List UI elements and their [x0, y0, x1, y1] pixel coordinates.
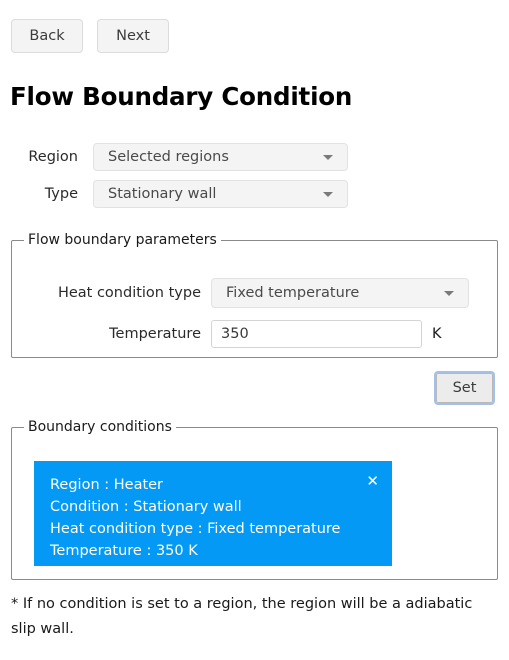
chevron-down-icon [444, 291, 454, 296]
flow-boundary-parameters-legend: Flow boundary parameters [28, 232, 217, 248]
type-row: Type Stationary wall [0, 180, 348, 208]
temperature-unit-label: K [432, 326, 442, 342]
type-select-value: Stationary wall [108, 186, 217, 202]
heat-condition-type-select[interactable]: Fixed temperature [211, 278, 469, 308]
boundary-condition-region: Region : Heater [50, 477, 164, 493]
close-icon[interactable]: ✕ [366, 474, 379, 489]
boundary-conditions-legend: Boundary conditions [28, 419, 172, 435]
region-select-value: Selected regions [108, 149, 229, 165]
boundary-condition-temperature: Temperature : 350 K [50, 543, 198, 559]
heat-condition-type-label: Heat condition type [57, 285, 201, 301]
temperature-row: Temperature K [12, 320, 442, 348]
region-label: Region [28, 149, 78, 165]
boundary-condition-card[interactable]: Region : Heater Condition : Stationary w… [34, 461, 392, 566]
next-button[interactable]: Next [97, 19, 169, 53]
set-button[interactable]: Set [434, 371, 495, 405]
region-select[interactable]: Selected regions [93, 143, 348, 171]
region-row: Region Selected regions [0, 143, 348, 171]
page-title: Flow Boundary Condition [10, 82, 353, 111]
navigation-bar: Back Next [11, 19, 169, 53]
chevron-down-icon [323, 192, 333, 197]
boundary-conditions-group: Boundary conditions Region : Heater Cond… [11, 419, 498, 580]
temperature-input[interactable] [211, 320, 422, 348]
temperature-label: Temperature [109, 326, 201, 342]
heat-condition-type-value: Fixed temperature [226, 285, 360, 301]
boundary-condition-condition: Condition : Stationary wall [50, 499, 242, 515]
flow-boundary-parameters-group: Flow boundary parameters Heat condition … [11, 232, 498, 358]
back-button[interactable]: Back [11, 19, 83, 53]
type-label: Type [44, 186, 78, 202]
chevron-down-icon [323, 155, 333, 160]
type-select[interactable]: Stationary wall [93, 180, 348, 208]
footnote-text: * If no condition is set to a region, th… [11, 596, 473, 637]
boundary-condition-heat-type: Heat condition type : Fixed temperature [50, 521, 341, 537]
heat-condition-type-row: Heat condition type Fixed temperature [12, 278, 469, 308]
